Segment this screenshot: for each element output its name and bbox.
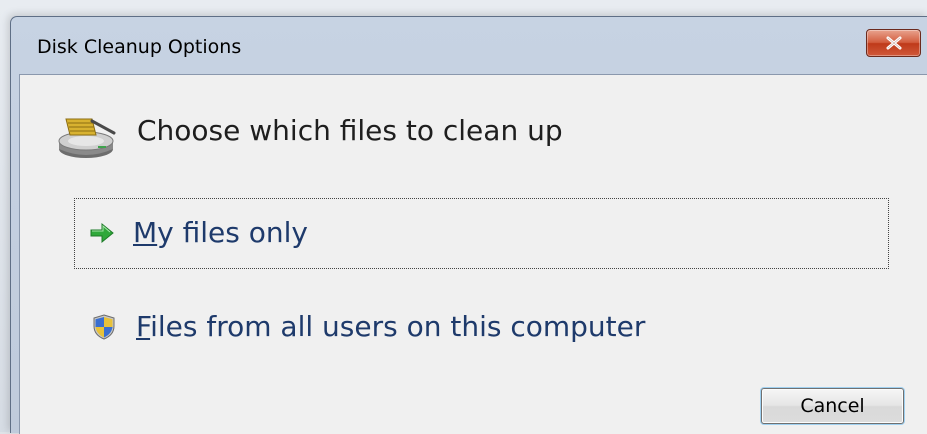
all-users-files-label: Files from all users on this computer — [136, 310, 646, 343]
uac-shield-icon — [92, 314, 116, 340]
disk-cleanup-icon — [56, 113, 118, 161]
title-bar[interactable]: Disk Cleanup Options — [11, 17, 927, 75]
my-files-only-option[interactable]: My files only — [74, 198, 889, 269]
cancel-button[interactable]: Cancel — [761, 388, 904, 424]
dialog-client-area: Choose which files to clean up My files … — [19, 74, 927, 434]
close-button[interactable] — [866, 29, 921, 57]
green-arrow-icon — [89, 222, 115, 244]
window-title: Disk Cleanup Options — [37, 36, 242, 58]
my-files-only-label: My files only — [133, 216, 308, 249]
disk-cleanup-options-window: Disk Cleanup Options Choose which files … — [10, 16, 927, 434]
close-icon — [867, 30, 920, 56]
dialog-heading: Choose which files to clean up — [137, 114, 563, 147]
all-users-files-option[interactable]: Files from all users on this computer — [74, 297, 887, 357]
